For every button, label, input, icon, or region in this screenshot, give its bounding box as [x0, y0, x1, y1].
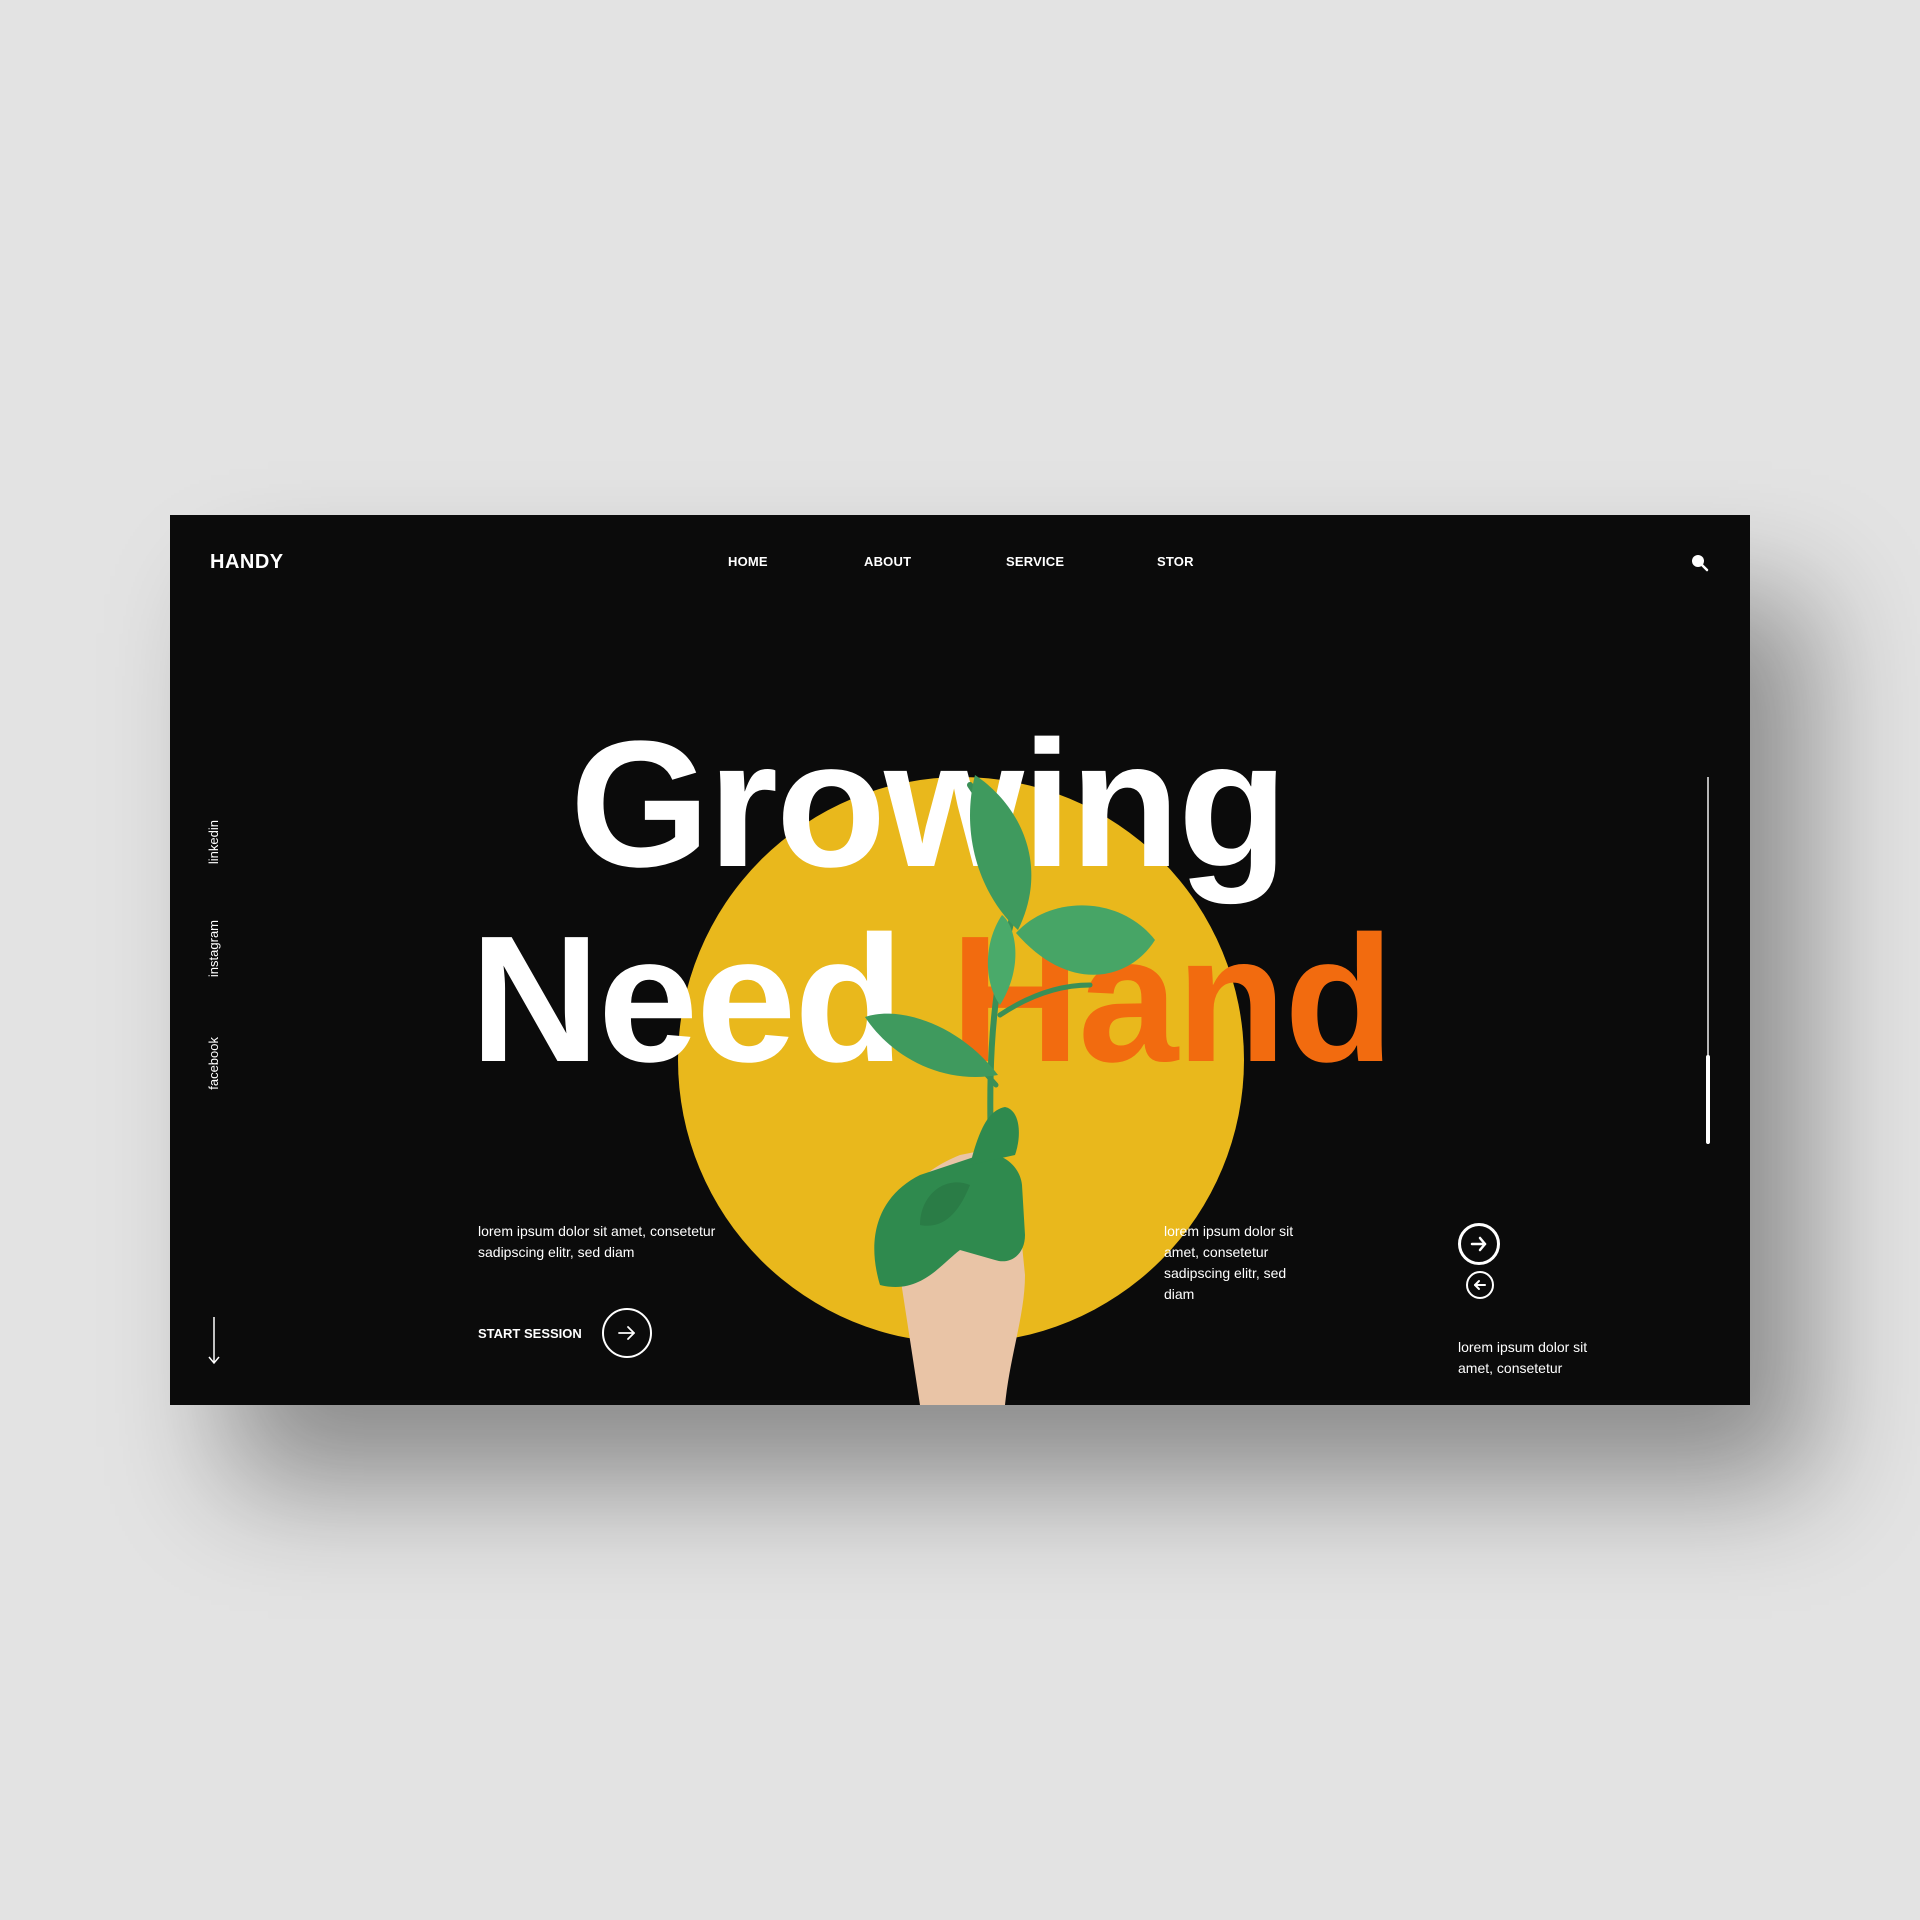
- nav-item-stor[interactable]: STOR: [1157, 554, 1194, 569]
- search-icon[interactable]: [1690, 553, 1710, 573]
- description-text: lorem ipsum dolor sit amet, consetetur s…: [1164, 1223, 1294, 1302]
- arrow-right-icon: [618, 1326, 635, 1340]
- secondary-text: lorem ipsum dolor sit amet, consetetur: [1458, 1339, 1588, 1376]
- main-nav: HOME ABOUT SERVICE STOR: [170, 554, 1750, 574]
- landing-page-mockup: HANDY HOME ABOUT SERVICE STOR linkedin i…: [170, 515, 1750, 1405]
- start-session-button[interactable]: [602, 1308, 652, 1358]
- nav-item-service[interactable]: SERVICE: [1006, 554, 1064, 569]
- page-background: HANDY HOME ABOUT SERVICE STOR linkedin i…: [0, 0, 1920, 1920]
- arrow-right-icon: [1470, 1236, 1487, 1252]
- start-session-label[interactable]: START SESSION: [478, 1326, 582, 1341]
- nav-item-home[interactable]: HOME: [728, 554, 768, 569]
- next-slide-button[interactable]: [1458, 1223, 1500, 1265]
- social-link-linkedin[interactable]: linkedin: [206, 820, 230, 864]
- hand-holding-plant-image: [865, 775, 1155, 1405]
- vertical-scroll-thumb[interactable]: [1706, 1055, 1710, 1144]
- scroll-down-arrow-icon[interactable]: [206, 1315, 222, 1367]
- nav-item-about[interactable]: ABOUT: [864, 554, 911, 569]
- intro-text: lorem ipsum dolor sit amet, consetetur s…: [478, 1223, 716, 1260]
- social-link-instagram[interactable]: instagram: [206, 920, 230, 977]
- social-link-facebook[interactable]: facebook: [206, 1037, 230, 1090]
- arrow-left-icon: [1474, 1280, 1486, 1290]
- previous-slide-button[interactable]: [1466, 1271, 1494, 1299]
